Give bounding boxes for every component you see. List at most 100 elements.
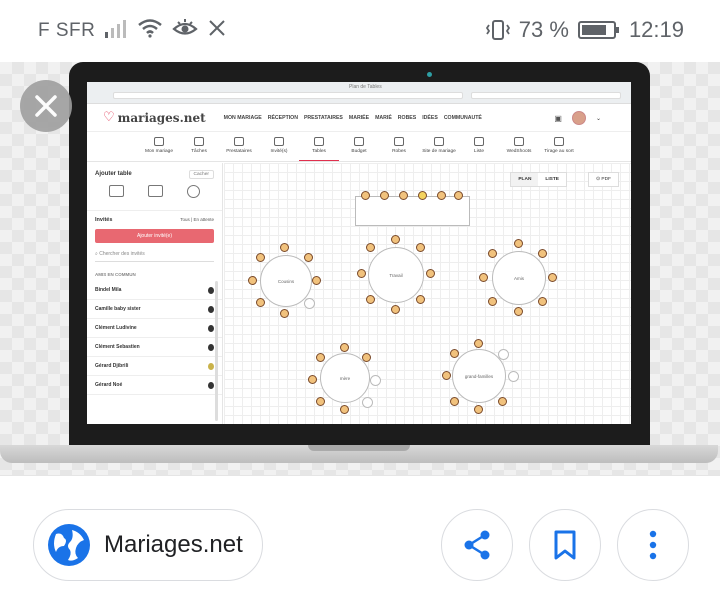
guest-seat: [450, 397, 459, 406]
calculator-icon: [354, 137, 364, 146]
close-notification-icon: [209, 20, 225, 36]
guest-seat: [479, 273, 488, 282]
empty-seat: [508, 371, 519, 382]
tool-tables: Tables: [299, 132, 339, 161]
website-icon: [434, 137, 444, 146]
wifi-icon: [138, 19, 162, 38]
carrier-label: F SFR: [38, 20, 96, 41]
gift-box-icon: [474, 137, 484, 146]
globe-icon: [48, 524, 90, 566]
status-bar: F SFR 73 % 12:19: [0, 0, 720, 62]
laptop-notch: [308, 445, 410, 451]
empty-seat: [498, 349, 509, 360]
person-icon: [208, 324, 214, 332]
guest-seat: [474, 405, 483, 414]
add-guest-button: Ajouter invité(e): [95, 229, 214, 243]
address-bar: [113, 92, 463, 99]
close-viewer-button[interactable]: [20, 80, 72, 132]
eye-icon: [172, 19, 198, 35]
pdf-button: ⊙ PDF: [588, 172, 619, 187]
battery-percent: 73 %: [518, 17, 569, 42]
guests-header: Invités Tous | En attente: [87, 210, 222, 225]
guest-filter: Tous | En attente: [180, 217, 214, 222]
tool-budget: Budget: [339, 132, 379, 161]
list-view-tab: LISTE: [545, 177, 559, 182]
menu-item: MARIÉE: [348, 114, 370, 121]
guest-seat: [548, 273, 557, 282]
guest-row: Gérard Djibrili: [87, 357, 222, 376]
tool-site-mariage: Site de mariage: [419, 132, 459, 161]
guest-row: Clément Ludivine: [87, 319, 222, 338]
menu-item: IDÉES: [422, 114, 438, 121]
visit-site-button[interactable]: Mariages.net: [33, 509, 263, 581]
image-viewer: Plan de Tables ♡ mariages.net MON MARIAGE…: [0, 62, 720, 475]
guest-seat: [454, 191, 463, 200]
guest-seat: [488, 297, 497, 306]
rings-icon: [154, 137, 164, 146]
vibrate-icon: [485, 20, 510, 40]
empty-seat: [304, 298, 315, 309]
sidebar-scrollbar: [215, 281, 218, 421]
guest-seat: [514, 239, 523, 248]
head-table: [355, 196, 470, 226]
close-icon: [35, 95, 57, 117]
hide-button: Cacher: [188, 170, 214, 179]
laptop: Plan de Tables ♡ mariages.net MON MARIAGE…: [69, 62, 650, 452]
checklist-icon: [194, 137, 204, 146]
guest-seat: [361, 191, 370, 200]
site-logo: ♡ mariages.net: [103, 110, 206, 125]
avatar: [571, 111, 586, 125]
menu-item: COMMUNAUTÉ: [443, 114, 482, 121]
dress-icon: [394, 137, 404, 146]
bookmark-button[interactable]: [529, 509, 601, 581]
guest-seat: [488, 249, 497, 258]
round-table-shape-icon: [187, 185, 200, 198]
table-shapes: [87, 177, 222, 206]
plan-view-tab: PLAN: [511, 173, 539, 186]
rect-table-shape-icon: [109, 185, 124, 197]
guest-seat: [399, 191, 408, 200]
guest-seat: [391, 235, 400, 244]
guest-seat: [538, 249, 547, 258]
guest-row: Clément Sebastien: [87, 338, 222, 357]
person-icon: [208, 305, 214, 313]
guest-seat: [426, 269, 435, 278]
menu-item: MON MARIAGE: [223, 114, 262, 121]
guest-seat: [380, 191, 389, 200]
site-menu: MON MARIAGE RÉCEPTION PRESTATAIRES MARIÉ…: [224, 115, 482, 121]
share-button[interactable]: [441, 509, 513, 581]
guest-seat: [340, 405, 349, 414]
browser-tab-title: Plan de Tables: [349, 84, 382, 90]
tools-bar: Mon mariage Tâches Prestataires Invité(s…: [87, 132, 631, 162]
round-table-travail: Travail: [368, 247, 424, 303]
guest-seat: [416, 295, 425, 304]
tool-tirage: Tirage au sort: [539, 132, 579, 161]
round-table-amis: Amis: [492, 251, 546, 305]
guest-seat: [391, 305, 400, 314]
guest-seat: [498, 397, 507, 406]
signal-icon: [105, 20, 126, 38]
square-table-shape-icon: [148, 185, 163, 197]
heart-logo-icon: ♡: [103, 110, 115, 125]
guest-seat: [418, 191, 427, 200]
guest-seat: [248, 276, 257, 285]
guest-seat: [366, 243, 375, 252]
guest-seat: [442, 371, 451, 380]
share-bar: Mariages.net: [0, 475, 720, 610]
menu-item: MARIÉ: [375, 114, 392, 121]
guest-seat: [340, 343, 349, 352]
guest-row: Gérard Noé: [87, 376, 222, 395]
guest-seat: [316, 397, 325, 406]
table-icon: [314, 137, 324, 146]
more-options-button[interactable]: [617, 509, 689, 581]
camera-icon: [514, 137, 524, 146]
guest-seat: [280, 309, 289, 318]
guest-seat: [304, 253, 313, 262]
guest-seat: [362, 353, 371, 362]
battery-icon: [577, 21, 619, 39]
guest-seat: [474, 339, 483, 348]
tool-wedshoots: WedShoots: [499, 132, 539, 161]
shop-icon: [234, 137, 244, 146]
browser-chrome: Plan de Tables: [87, 82, 631, 104]
chevron-down-icon: ⌄: [595, 115, 601, 122]
